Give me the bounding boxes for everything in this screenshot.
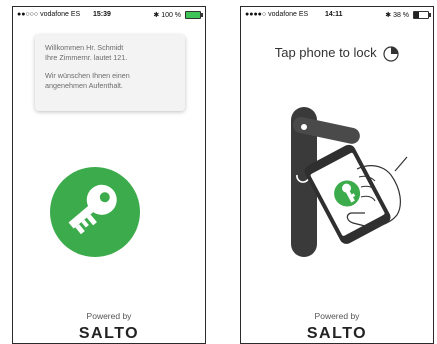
welcome-screen: ●●○○○ vodafone ES 15:39 ✱ 100 % Willkomm… bbox=[12, 6, 206, 344]
bluetooth-icon: ✱ bbox=[385, 12, 392, 19]
notification-line-2: Ihre Zimmernr. lautet 121. bbox=[45, 53, 128, 62]
welcome-notification[interactable]: Willkommen Hr. Schmidt Ihre Zimmernr. la… bbox=[35, 35, 185, 111]
notification-line-1: Willkommen Hr. Schmidt bbox=[45, 43, 124, 52]
battery-percent: 38 % bbox=[393, 12, 410, 19]
battery-level bbox=[414, 12, 420, 19]
notification-line-3: Wir wünschen Ihnen einen bbox=[45, 71, 130, 80]
battery-percent: 100 % bbox=[161, 12, 182, 19]
tap-to-lock-title: Tap phone to lock bbox=[241, 45, 433, 62]
key-button[interactable] bbox=[50, 167, 140, 257]
lock-clock-icon bbox=[383, 45, 399, 62]
battery-level bbox=[186, 12, 200, 19]
tap-phone-illustration bbox=[291, 107, 408, 257]
battery-status: ✱ 38 % bbox=[385, 11, 431, 20]
carrier-label: ●●●●○ vodafone ES bbox=[245, 11, 309, 18]
tap-to-lock-screen: ●●●●○ vodafone ES 14:11 ✱ 38 % Tap phone… bbox=[240, 6, 434, 344]
salto-logo: SALTO bbox=[78, 325, 140, 342]
status-time: 14:11 bbox=[325, 11, 343, 18]
status-bar: ●●●●○ vodafone ES 14:11 ✱ 38 % bbox=[241, 7, 433, 23]
key-icon bbox=[68, 184, 117, 235]
battery-icon bbox=[185, 11, 203, 20]
battery-status: ✱ 100 % bbox=[153, 11, 203, 20]
status-time: 15:39 bbox=[93, 11, 111, 18]
battery-icon bbox=[413, 11, 431, 20]
tap-to-lock-text: Tap phone to lock bbox=[274, 45, 377, 60]
powered-by-label: Powered by bbox=[86, 311, 132, 321]
notification-line-4: angenehmen Aufenthalt. bbox=[45, 81, 123, 90]
salto-logo: SALTO bbox=[306, 325, 368, 342]
carrier-label: ●●○○○ vodafone ES bbox=[17, 11, 81, 18]
powered-by-label: Powered by bbox=[314, 311, 360, 321]
canvas: ●●○○○ vodafone ES 15:39 ✱ 100 % Willkomm… bbox=[0, 0, 437, 344]
status-bar: ●●○○○ vodafone ES 15:39 ✱ 100 % bbox=[13, 7, 205, 23]
handle-screw bbox=[301, 124, 307, 130]
bluetooth-icon: ✱ bbox=[153, 12, 160, 19]
